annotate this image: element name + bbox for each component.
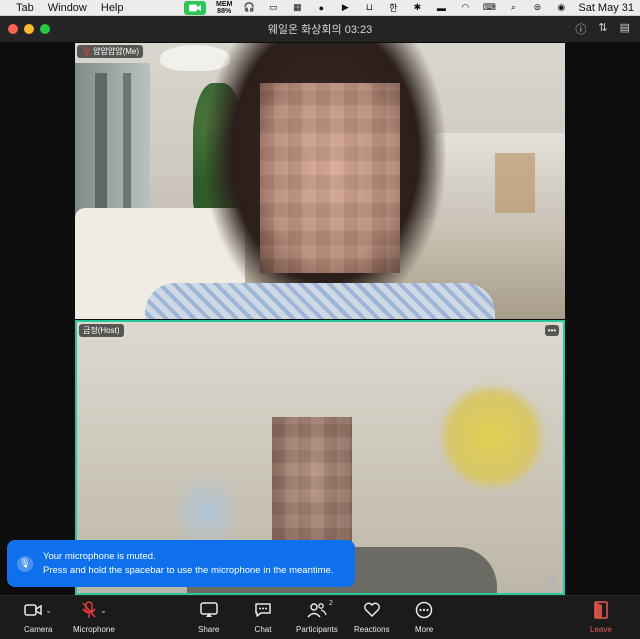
background-pillar [123, 73, 131, 223]
leave-label: Leave [590, 625, 612, 634]
play-icon[interactable]: ▶ [338, 2, 352, 13]
inbox-icon[interactable]: ⊔ [362, 2, 376, 13]
more-icon [415, 601, 433, 619]
background-shop [495, 153, 535, 213]
mic-muted-toast: 🎙 Your microphone is muted. Press and ho… [7, 540, 355, 587]
tile-more-icon[interactable]: ••• [545, 325, 559, 336]
meeting-title: 웨일온 화상회의 03:23 [267, 24, 373, 36]
minimize-window-button[interactable] [24, 24, 34, 34]
mic-muted-icon: 🎙 [81, 47, 92, 56]
wifi-icon[interactable]: ◠ [458, 2, 472, 13]
memory-monitor[interactable]: MEM 88% [216, 1, 232, 15]
participant-name: 얍얍얍얍(Me) [93, 47, 140, 56]
siri-icon[interactable]: ◉ [554, 2, 568, 13]
microphone-icon: 🎙 [17, 555, 33, 572]
dashboard-icon[interactable]: ▦ [290, 2, 304, 13]
chat-button[interactable]: Chat [254, 600, 272, 634]
message-icon[interactable]: ● [314, 2, 328, 13]
search-icon[interactable]: ⌕ [506, 2, 520, 13]
leave-button[interactable]: Leave [590, 600, 612, 634]
menu-help[interactable]: Help [101, 2, 124, 14]
pixelated-face [260, 83, 400, 273]
bluetooth-icon[interactable]: ✱ [410, 2, 424, 13]
toast-title: Your microphone is muted. [43, 550, 156, 562]
zoom-status-icon[interactable] [184, 0, 207, 15]
language-icon[interactable]: 한 [386, 2, 400, 13]
macos-menubar: Tab Window Help MEM 88% 🎧 ▭ ▦ ● ▶ ⊔ 한 ✱ ▬… [0, 0, 640, 16]
zoom-window-button[interactable] [40, 24, 50, 34]
memory-value: 88% [217, 7, 232, 15]
heart-icon [363, 602, 380, 617]
camera-button[interactable]: ⌄ Camera [24, 600, 52, 634]
participants-icon [307, 603, 327, 618]
participants-button[interactable]: 2 Participants [296, 600, 338, 634]
menu-window[interactable]: Window [48, 2, 87, 14]
leave-door-icon [594, 601, 608, 619]
headphones-icon[interactable]: 🎧 [242, 2, 256, 13]
battery-icon[interactable]: ▬ [434, 2, 448, 13]
microphone-label: Microphone [73, 625, 115, 634]
close-window-button[interactable] [8, 24, 18, 34]
camera-icon [24, 604, 43, 616]
more-label: More [415, 625, 434, 634]
memory-label: MEM [216, 0, 233, 8]
title-bar: 웨일온 화상회의 03:23 ⓘ ⇅ ▤ [0, 16, 640, 42]
background-pillar [95, 73, 107, 223]
chat-icon [255, 603, 271, 617]
share-label: Share [198, 625, 220, 634]
reactions-button[interactable]: Reactions [354, 600, 390, 634]
blurred-background [437, 382, 547, 492]
participant-name-tag: 🎙 얍얍얍얍(Me) [77, 45, 144, 58]
video-tile-self[interactable]: 🎙 얍얍얍얍(Me) [75, 43, 565, 319]
keyboard-icon[interactable]: ⌨ [482, 2, 496, 13]
microphone-muted-icon [82, 601, 96, 618]
participant-name-tag: 금정(Host) [79, 324, 124, 337]
chevron-down-icon[interactable]: ⌄ [100, 606, 107, 615]
meeting-window: 웨일온 화상회의 03:23 ⓘ ⇅ ▤ 🎙 얍얍얍얍(Me) 금정(Host)… [0, 16, 640, 639]
participants-label: Participants [296, 625, 338, 634]
meeting-toolbar: ⌄ Camera ⌄ Microphone Share Chat 2 Parti… [0, 595, 640, 639]
toast-message: Press and hold the spacebar to use the m… [43, 564, 334, 576]
info-icon[interactable]: ⓘ [575, 21, 586, 37]
participant-name: 금정(Host) [83, 326, 120, 335]
share-button[interactable]: Share [198, 600, 219, 634]
chat-label: Chat [254, 625, 272, 634]
control-center-icon[interactable]: ⊜ [530, 2, 544, 13]
menubar-clock[interactable]: Sat May 31 [578, 2, 634, 14]
camera-label: Camera [24, 625, 53, 634]
chevron-down-icon[interactable]: ⌄ [45, 606, 52, 615]
audio-level-icon: ||| [548, 577, 557, 589]
participants-count: 2 [328, 600, 333, 607]
microphone-button[interactable]: ⌄ Microphone [73, 600, 115, 634]
participant-shirt [145, 283, 495, 319]
reactions-label: Reactions [354, 625, 390, 634]
display-icon[interactable]: ▭ [266, 2, 280, 13]
layout-icon[interactable]: ▤ [620, 21, 630, 37]
video-stage: 🎙 얍얍얍얍(Me) 금정(Host) ••• ||| [0, 42, 640, 595]
share-screen-icon [199, 602, 218, 617]
view-options-icon[interactable]: ⇅ [598, 21, 607, 37]
more-button[interactable]: More [415, 600, 433, 634]
menu-tab[interactable]: Tab [16, 2, 34, 14]
